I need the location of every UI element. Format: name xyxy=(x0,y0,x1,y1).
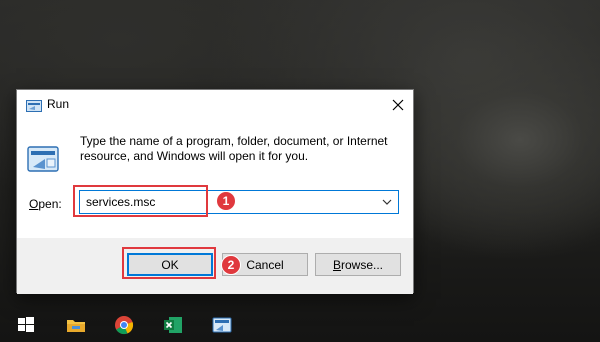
dialog-body: Type the name of a program, folder, docu… xyxy=(17,120,413,238)
browse-button[interactable]: Browse... xyxy=(315,253,401,276)
open-label: Open: xyxy=(29,197,62,211)
dialog-title: Run xyxy=(47,97,70,111)
chrome-icon[interactable] xyxy=(113,314,135,336)
windows-start-icon[interactable] xyxy=(15,314,37,336)
close-button[interactable] xyxy=(383,90,413,120)
excel-icon[interactable] xyxy=(162,314,184,336)
highlight-open-input xyxy=(73,185,208,217)
run-large-icon xyxy=(27,145,63,175)
run-icon xyxy=(26,99,42,112)
run-app-icon[interactable] xyxy=(211,314,233,336)
close-icon xyxy=(392,99,404,111)
step-2-marker: 2 xyxy=(221,255,241,275)
step-1-marker: 1 xyxy=(216,191,236,211)
chevron-down-icon[interactable] xyxy=(382,198,392,206)
taskbar xyxy=(0,308,600,342)
file-explorer-icon[interactable] xyxy=(65,314,87,336)
highlight-ok-button xyxy=(122,247,216,279)
dialog-description: Type the name of a program, folder, docu… xyxy=(80,134,388,163)
title-bar[interactable]: Run xyxy=(17,90,413,120)
